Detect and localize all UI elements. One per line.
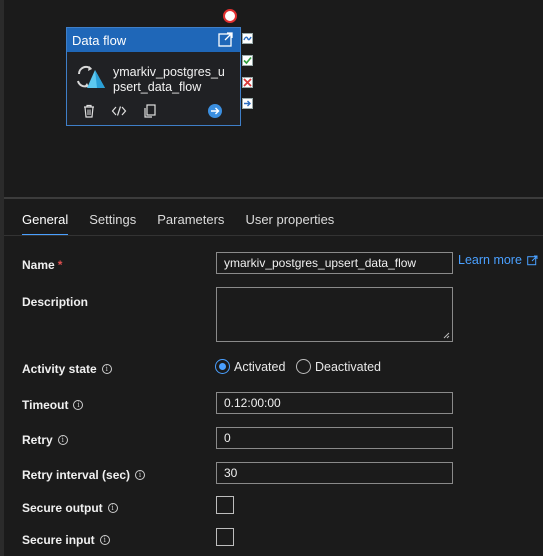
name-label: Name * xyxy=(22,258,62,272)
tab-parameters[interactable]: Parameters xyxy=(157,206,224,235)
success-port[interactable] xyxy=(242,55,253,66)
secure-input-checkbox[interactable] xyxy=(216,528,234,546)
activity-action-bar xyxy=(67,103,240,121)
code-icon[interactable] xyxy=(111,103,127,119)
data-flow-activity[interactable]: Data flow ymarkiv_postgres_upsert_data_f… xyxy=(66,27,241,126)
activated-radio-option[interactable]: Activated xyxy=(215,359,285,374)
timeout-input[interactable]: 0.12:00:00 xyxy=(216,392,453,414)
secure-input-label-text: Secure input xyxy=(22,533,95,547)
name-label-text: Name xyxy=(22,258,55,272)
activated-radio[interactable] xyxy=(215,359,230,374)
failure-x-icon xyxy=(243,78,252,87)
activity-delete-handle[interactable] xyxy=(223,9,237,23)
data-flow-icon xyxy=(77,65,105,88)
info-icon[interactable]: i xyxy=(101,364,112,374)
retry-input[interactable]: 0 xyxy=(216,427,453,449)
info-icon[interactable]: i xyxy=(107,503,118,513)
activity-type-label: Data flow xyxy=(72,32,127,48)
completion-arrow-icon xyxy=(244,100,251,107)
copy-icon[interactable] xyxy=(142,103,158,119)
tabs-underline xyxy=(4,235,543,236)
activity-state-label: Activity state i xyxy=(22,362,112,376)
open-external-icon[interactable] xyxy=(217,31,234,48)
pipeline-editor: Data flow ymarkiv_postgres_upsert_data_f… xyxy=(0,0,543,556)
properties-tabs: General Settings Parameters User propert… xyxy=(22,206,355,236)
description-textarea[interactable] xyxy=(216,287,453,342)
required-marker: * xyxy=(57,258,63,272)
skip-icon xyxy=(243,36,252,41)
failure-port[interactable] xyxy=(242,77,253,88)
go-arrow-icon[interactable] xyxy=(207,103,223,119)
secure-output-checkbox[interactable] xyxy=(216,496,234,514)
deactivated-label: Deactivated xyxy=(315,359,382,374)
description-label: Description xyxy=(22,295,88,309)
deactivated-radio[interactable] xyxy=(296,359,311,374)
learn-more-link[interactable]: Learn more xyxy=(458,253,538,267)
activity-state-label-text: Activity state xyxy=(22,362,97,376)
secure-output-label-text: Secure output xyxy=(22,501,103,515)
tab-settings[interactable]: Settings xyxy=(89,206,136,235)
secure-output-label: Secure output i xyxy=(22,501,118,515)
info-icon[interactable]: i xyxy=(135,470,146,480)
activity-name: ymarkiv_postgres_upsert_data_flow xyxy=(113,65,225,94)
retry-label: Retry i xyxy=(22,433,68,447)
external-link-icon xyxy=(527,255,538,265)
retry-interval-label-text: Retry interval (sec) xyxy=(22,468,131,482)
activity-header: Data flow xyxy=(67,28,240,52)
timeout-label: Timeout i xyxy=(22,398,84,412)
timeout-label-text: Timeout xyxy=(22,398,69,412)
info-icon[interactable]: i xyxy=(73,400,84,410)
retry-interval-label: Retry interval (sec) i xyxy=(22,468,146,482)
success-check-icon xyxy=(243,56,252,65)
activated-label: Activated xyxy=(234,359,286,374)
trash-icon[interactable] xyxy=(81,103,97,119)
info-icon[interactable]: i xyxy=(57,435,68,445)
retry-interval-input[interactable]: 30 xyxy=(216,462,453,484)
secure-input-label: Secure input i xyxy=(22,533,110,547)
description-label-text: Description xyxy=(22,295,89,309)
learn-more-text: Learn more xyxy=(458,253,522,267)
deactivated-radio-option[interactable]: Deactivated xyxy=(296,359,381,374)
pane-divider[interactable] xyxy=(4,197,543,199)
tab-general[interactable]: General xyxy=(22,206,69,236)
completion-port[interactable] xyxy=(242,98,253,109)
resize-grip-icon[interactable] xyxy=(443,332,450,339)
tab-user-properties[interactable]: User properties xyxy=(245,206,334,235)
activity-body: ymarkiv_postgres_upsert_data_flow xyxy=(67,52,240,95)
name-input[interactable]: ymarkiv_postgres_upsert_data_flow xyxy=(216,252,453,274)
info-icon[interactable]: i xyxy=(99,535,110,545)
retry-label-text: Retry xyxy=(22,433,53,447)
skip-port[interactable] xyxy=(242,33,253,44)
